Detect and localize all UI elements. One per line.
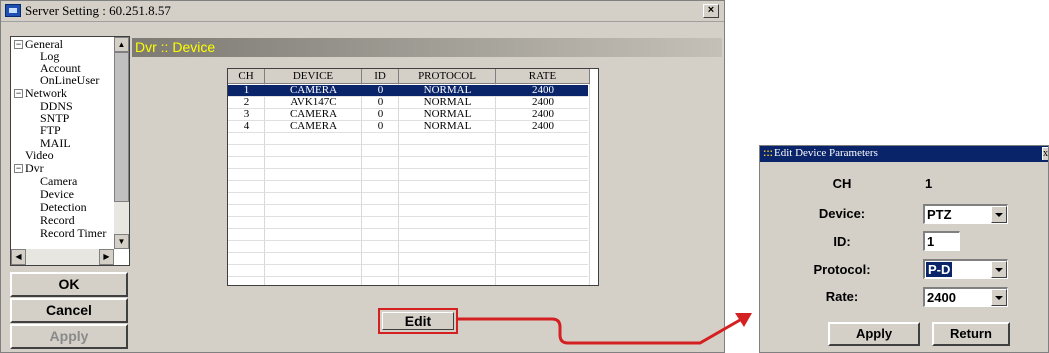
rate-label: Rate: [825,289,859,304]
protocol-select[interactable]: P-D [923,259,1008,279]
dialog-apply-button[interactable]: Apply [828,322,920,346]
dialog-return-button[interactable]: Return [932,322,1010,346]
callout-arrow-line [457,317,741,345]
device-select-value: PTZ [927,207,952,222]
chevron-down-icon[interactable] [991,289,1007,306]
ch-label: CH [832,176,852,191]
id-input[interactable]: 1 [923,231,960,251]
dialog-title-bar: ::: Edit Device Parameters x [760,146,1048,162]
dialog-app-icon: ::: [763,148,773,159]
chevron-down-icon[interactable] [991,206,1007,223]
chevron-down-icon[interactable] [991,261,1007,278]
device-select[interactable]: PTZ [923,204,1008,224]
edit-device-dialog: ::: Edit Device Parameters x CH 1 Device… [759,145,1049,353]
device-label: Device: [818,206,866,221]
id-label: ID: [833,234,851,249]
ch-value: 1 [925,176,933,191]
dialog-title: Edit Device Parameters [774,147,878,159]
rate-select[interactable]: 2400 [923,287,1008,307]
protocol-select-value: P-D [926,262,953,277]
id-input-value: 1 [927,234,935,249]
dialog-close-icon[interactable]: x [1042,147,1048,160]
rate-select-value: 2400 [927,290,956,305]
protocol-label: Protocol: [813,262,871,277]
